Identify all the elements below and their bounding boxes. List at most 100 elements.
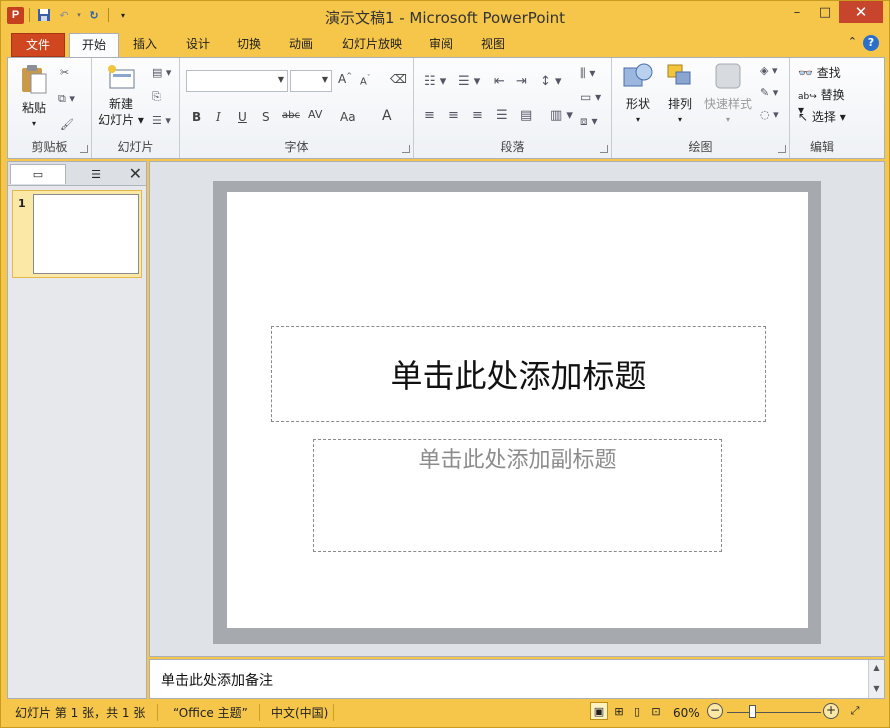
- clear-formatting-icon[interactable]: ⌫: [390, 72, 407, 86]
- window-title: 演示文稿1 - Microsoft PowerPoint: [324, 9, 566, 27]
- fit-to-window-icon[interactable]: ⤢: [846, 702, 864, 720]
- shape-effects-icon[interactable]: ◌ ▾: [760, 108, 779, 121]
- change-case-button[interactable]: Aa: [340, 110, 356, 124]
- zoom-slider-track[interactable]: [727, 712, 821, 713]
- reading-view-icon[interactable]: ▯: [628, 702, 646, 720]
- tab-transitions[interactable]: 切换: [225, 33, 273, 57]
- zoom-in-icon[interactable]: +: [823, 703, 839, 719]
- tab-design[interactable]: 设计: [174, 33, 222, 57]
- cursor-icon: ↖: [798, 110, 809, 124]
- copy-icon[interactable]: ⧉ ▾: [58, 92, 75, 106]
- status-separator: [259, 704, 260, 721]
- normal-view-icon[interactable]: ▣: [590, 702, 608, 720]
- arrange-button[interactable]: 排列 ▾: [660, 62, 700, 128]
- minimize-ribbon-icon[interactable]: ⌃: [848, 35, 857, 51]
- slides-tab-icon[interactable]: ▭: [10, 164, 66, 184]
- font-launcher-icon[interactable]: [402, 145, 410, 153]
- slide-canvas[interactable]: 单击此处添加标题 单击此处添加副标题: [227, 192, 808, 628]
- tab-slideshow[interactable]: 幻灯片放映: [330, 33, 414, 57]
- help-icon[interactable]: ?: [863, 35, 879, 51]
- slideshow-view-icon[interactable]: ⊡: [647, 702, 665, 720]
- align-text-icon[interactable]: ▭ ▾: [580, 90, 601, 104]
- minimize-button[interactable]: –: [783, 1, 811, 23]
- tab-file[interactable]: 文件: [11, 33, 65, 57]
- drawing-group-label: 绘图: [688, 140, 713, 154]
- slide-thumbnail[interactable]: [33, 194, 139, 274]
- align-left-icon[interactable]: ≡: [424, 108, 435, 123]
- bullets-icon[interactable]: ☷ ▾: [424, 74, 446, 89]
- scroll-down-icon[interactable]: ▼: [869, 684, 884, 693]
- tab-review[interactable]: 审阅: [417, 33, 465, 57]
- line-spacing-icon[interactable]: ↕ ▾: [540, 74, 562, 89]
- distributed-icon[interactable]: ▤: [520, 108, 532, 123]
- group-paragraph: ☷ ▾ ☰ ▾ ⇤ ⇥ ↕ ▾ ⫼ ▾ ▭ ▾ ⧈ ▾ ≡ ≡ ≡ ☰ ▤ ▥ …: [414, 58, 612, 158]
- shape-fill-icon[interactable]: ◈ ▾: [760, 64, 777, 77]
- notes-pane[interactable]: 单击此处添加备注 ▲ ▼: [149, 659, 885, 699]
- strikethrough-button[interactable]: abc: [282, 110, 300, 121]
- text-direction-icon[interactable]: ⫼ ▾: [580, 66, 595, 81]
- find-button[interactable]: 👓 查找: [798, 64, 841, 81]
- tab-home[interactable]: 开始: [69, 33, 120, 58]
- close-pane-icon[interactable]: ✕: [129, 164, 142, 183]
- new-slide-label-2: 幻灯片 ▾: [98, 113, 144, 127]
- zoom-out-icon[interactable]: −: [707, 703, 723, 719]
- tab-view[interactable]: 视图: [469, 33, 517, 57]
- font-name-combo[interactable]: ▼: [186, 70, 288, 92]
- tab-animations[interactable]: 动画: [277, 33, 325, 57]
- notes-scrollbar[interactable]: ▲ ▼: [868, 660, 884, 698]
- layout-icon[interactable]: ▤ ▾: [152, 66, 171, 79]
- paste-icon: [22, 65, 47, 94]
- shapes-label: 形状: [625, 97, 650, 111]
- italic-button[interactable]: I: [216, 110, 221, 124]
- ribbon-tabs: 文件 开始 插入 设计 切换 动画 幻灯片放映 审阅 视图 ⌃ ?: [7, 31, 885, 58]
- close-button[interactable]: ✕: [839, 1, 883, 23]
- align-right-icon[interactable]: ≡: [472, 108, 483, 123]
- clipboard-launcher-icon[interactable]: [80, 145, 88, 153]
- zoom-level[interactable]: 60%: [673, 703, 700, 723]
- columns-icon[interactable]: ▥ ▾: [550, 108, 573, 123]
- slide-editor: 单击此处添加标题 单击此处添加副标题: [149, 161, 885, 657]
- reset-icon[interactable]: ⎘: [152, 90, 161, 104]
- binoculars-icon: 👓: [798, 66, 813, 80]
- shapes-icon: [623, 63, 653, 87]
- align-center-icon[interactable]: ≡: [448, 108, 459, 123]
- quick-styles-button[interactable]: 快速样式 ▾: [702, 62, 754, 128]
- drawing-launcher-icon[interactable]: [778, 145, 786, 153]
- font-color-button[interactable]: A: [382, 108, 392, 124]
- character-spacing-button[interactable]: AV: [308, 108, 322, 121]
- shrink-font-icon[interactable]: Aˇ: [360, 74, 370, 87]
- scroll-up-icon[interactable]: ▲: [869, 663, 884, 672]
- grow-font-icon[interactable]: A^: [338, 72, 352, 86]
- subtitle-placeholder[interactable]: 单击此处添加副标题: [313, 439, 722, 552]
- shape-outline-icon[interactable]: ✎ ▾: [760, 86, 778, 99]
- increase-indent-icon[interactable]: ⇥: [516, 74, 527, 89]
- underline-button[interactable]: U: [238, 110, 247, 124]
- justify-icon[interactable]: ☰: [496, 108, 508, 123]
- paste-button[interactable]: 粘贴 ▾: [14, 62, 54, 132]
- title-placeholder[interactable]: 单击此处添加标题: [271, 326, 766, 422]
- slide-number: 1: [18, 197, 26, 210]
- format-painter-icon[interactable]: 🖌: [60, 118, 74, 131]
- section-icon[interactable]: ☰ ▾: [152, 114, 171, 127]
- decrease-indent-icon[interactable]: ⇤: [494, 74, 505, 89]
- shadow-button[interactable]: S: [262, 110, 270, 124]
- theme-name[interactable]: “Office 主题”: [173, 703, 248, 723]
- bold-button[interactable]: B: [192, 110, 201, 124]
- shapes-button[interactable]: 形状 ▾: [618, 62, 658, 128]
- paragraph-launcher-icon[interactable]: [600, 145, 608, 153]
- zoom-slider-thumb[interactable]: [749, 705, 756, 718]
- slide-thumbnail-item[interactable]: 1: [12, 190, 142, 278]
- cut-icon[interactable]: ✂: [60, 66, 69, 79]
- notes-placeholder[interactable]: 单击此处添加备注: [161, 670, 273, 690]
- numbering-icon[interactable]: ☰ ▾: [458, 74, 480, 89]
- outline-tab-icon[interactable]: ☰: [68, 164, 124, 184]
- slide-sorter-view-icon[interactable]: ⊞: [610, 702, 628, 720]
- font-size-combo[interactable]: ▼: [290, 70, 332, 92]
- tab-insert[interactable]: 插入: [121, 33, 169, 57]
- maximize-button[interactable]: □: [811, 1, 839, 23]
- language[interactable]: 中文(中国): [271, 703, 328, 723]
- new-slide-button[interactable]: 新建 幻灯片 ▾: [96, 64, 146, 128]
- editing-group-label: 编辑: [809, 140, 834, 154]
- smartart-icon[interactable]: ⧈ ▾: [580, 114, 597, 129]
- select-button[interactable]: ↖ 选择 ▾: [798, 108, 846, 125]
